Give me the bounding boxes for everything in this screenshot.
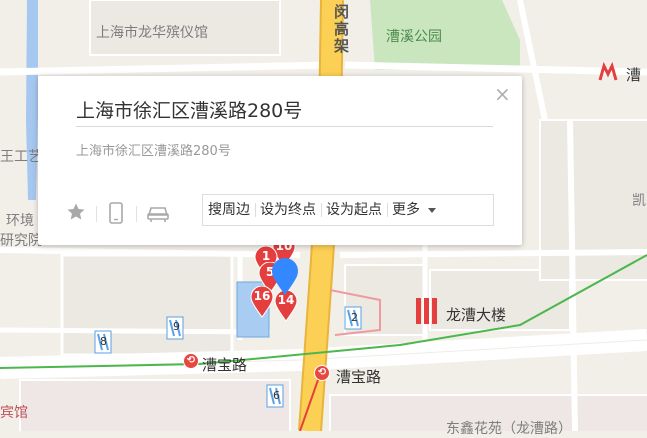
bus-stop-icon[interactable] (266, 384, 284, 408)
phone-icon[interactable] (106, 202, 126, 224)
bus-stop-icon[interactable] (344, 306, 362, 330)
car-icon[interactable] (146, 202, 170, 224)
more-dropdown-button[interactable]: 更多 (387, 195, 441, 225)
more-label: 更多 (392, 202, 420, 218)
location-pin-icon[interactable] (271, 258, 299, 296)
popup-action-group: 搜周边 设为终点 设为起点 更多 (202, 194, 494, 226)
metro-icon[interactable] (598, 61, 618, 82)
search-nearby-button[interactable]: 搜周边 (203, 195, 255, 225)
popup-title: 上海市徐汇区漕溪路280号 (76, 100, 303, 122)
set-origin-button[interactable]: 设为起点 (321, 195, 387, 225)
close-icon[interactable]: × (494, 84, 511, 104)
bus-stop-icon[interactable] (94, 330, 112, 354)
set-destination-button[interactable]: 设为终点 (255, 195, 321, 225)
star-icon[interactable] (66, 202, 86, 224)
icon-divider (96, 206, 97, 222)
location-info-popup: × 上海市徐汇区漕溪路280号 上海市徐汇区漕溪路280号 搜周边 设为终点 设… (38, 76, 522, 245)
chevron-down-icon (428, 207, 436, 213)
popup-address: 上海市徐汇区漕溪路280号 (76, 144, 231, 159)
metro-station-icon[interactable]: ⟲ (183, 353, 199, 369)
popup-divider (76, 126, 493, 127)
icon-divider (136, 206, 137, 222)
bus-stop-icon[interactable] (166, 316, 184, 340)
metro-station-icon[interactable]: ⟲ (314, 365, 330, 381)
